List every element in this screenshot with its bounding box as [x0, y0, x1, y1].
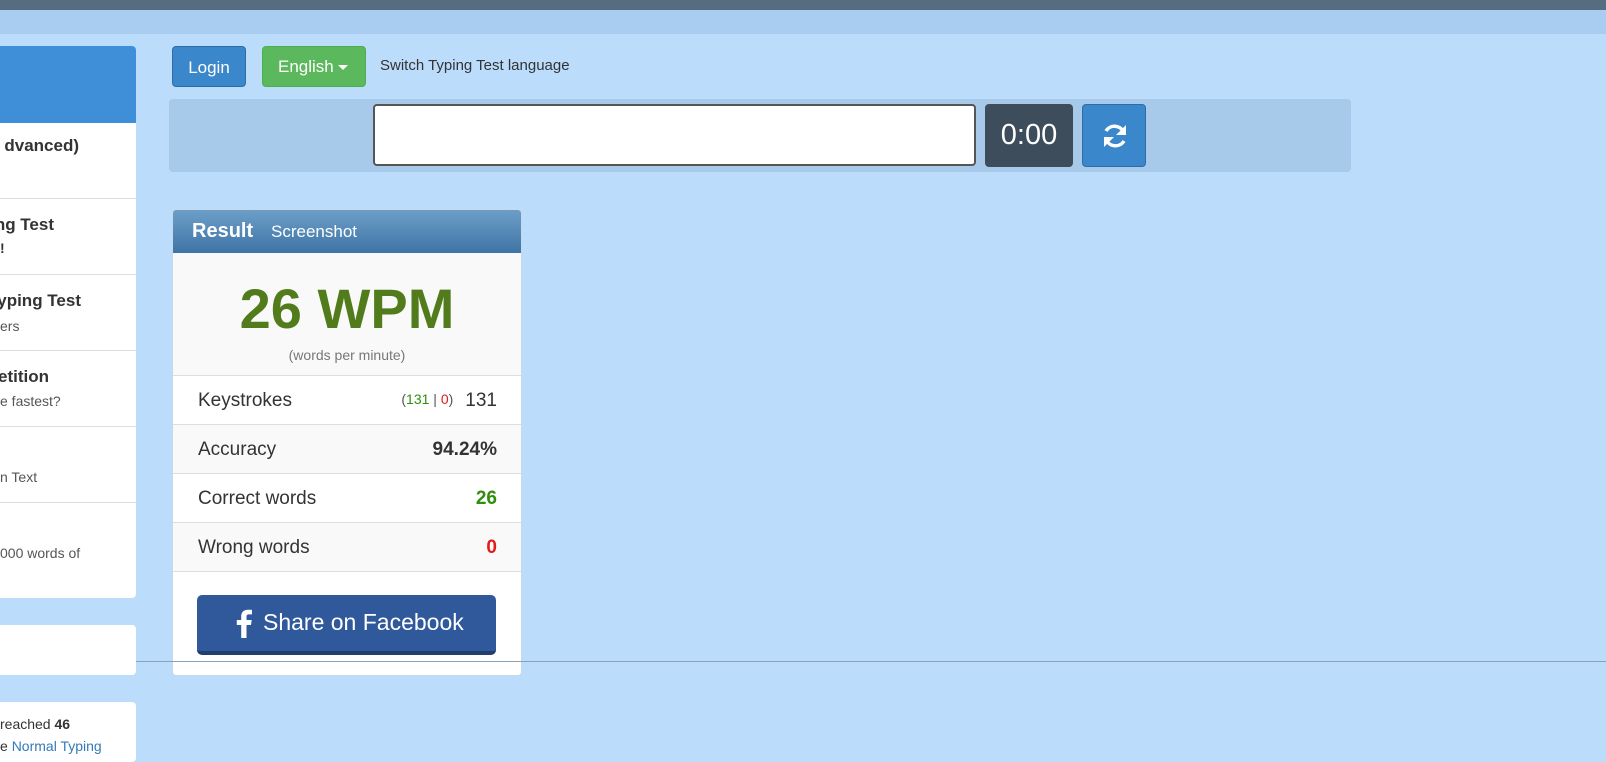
keystrokes-separator: | [429, 391, 441, 407]
keystrokes-row: Keystrokes (131 | 0) 131 [173, 376, 521, 425]
share-facebook-button[interactable]: Share on Facebook [197, 595, 496, 655]
wrong-words-value: 0 [486, 537, 497, 558]
sidebar-item-subtitle: n Text [0, 469, 38, 485]
record-link-prefix: e [0, 738, 12, 754]
sidebar-item[interactable]: n Text [0, 427, 136, 503]
result-header: Result Screenshot [173, 210, 521, 253]
language-dropdown-button[interactable]: English [262, 46, 366, 87]
wpm-caption: (words per minute) [288, 347, 406, 363]
sidebar-item[interactable]: ng Test ! [0, 199, 136, 275]
normal-typing-link[interactable]: Normal Typing [12, 738, 102, 754]
accuracy-label: Accuracy [198, 439, 277, 460]
sidebar-menu: dvanced) ng Test ! yping Test ers etitio… [0, 46, 136, 598]
sidebar-item-subtitle: 000 words of [0, 545, 81, 561]
sidebar-item-title: ng Test [0, 215, 54, 234]
keystrokes-label: Keystrokes [198, 390, 292, 411]
result-panel: Result Screenshot 26 WPM (words per minu… [172, 209, 522, 676]
correct-words-row: Correct words 26 [173, 474, 521, 523]
language-hint: Switch Typing Test language [380, 57, 570, 74]
sidebar-item[interactable]: yping Test ers [0, 275, 136, 351]
sidebar-item-subtitle: ers [0, 318, 20, 334]
sidebar-item-title: yping Test [0, 291, 81, 310]
wpm-value: 26 WPM [239, 277, 455, 340]
sidebar-record-card: reached 46 e Normal Typing [0, 702, 136, 762]
keystrokes-correct: 131 [406, 391, 430, 407]
reload-button[interactable] [1082, 104, 1146, 167]
timer-display: 0:00 [985, 104, 1073, 167]
facebook-icon [236, 609, 252, 638]
record-link-line: e Normal Typing [0, 738, 102, 754]
sidebar-item[interactable]: dvanced) [0, 123, 136, 199]
keystrokes-breakdown: (131 | 0) [401, 391, 453, 407]
sidebar-item-title: dvanced) [4, 136, 79, 155]
refresh-icon [1104, 124, 1126, 148]
accuracy-row: Accuracy 94.24% [173, 425, 521, 474]
paren-close: ) [448, 391, 454, 407]
sidebar-blank-card [0, 625, 136, 675]
sidebar-item-subtitle: e fastest? [0, 393, 61, 409]
sidebar-item-title: etition [0, 367, 49, 386]
horizontal-divider [136, 661, 1606, 662]
login-button[interactable]: Login [172, 46, 246, 87]
language-label: English [278, 57, 334, 76]
share-facebook-label: Share on Facebook [263, 609, 464, 635]
keystrokes-total: 131 [465, 390, 497, 411]
correct-words-label: Correct words [198, 488, 317, 509]
sidebar-item[interactable]: 000 words of [0, 503, 136, 578]
keystrokes-value: (131 | 0) 131 [401, 390, 497, 412]
wrong-words-row: Wrong words 0 [173, 523, 521, 572]
top-navbar [0, 0, 1606, 10]
caret-down-icon [337, 65, 348, 71]
record-prefix: reached [0, 716, 55, 732]
correct-words-value: 26 [475, 488, 497, 509]
top-navbar-strip [0, 10, 1606, 34]
record-text: reached 46 [0, 716, 70, 732]
accuracy-value: 94.24% [432, 439, 497, 460]
wpm-box: 26 WPM (words per minute) [173, 253, 521, 376]
sidebar-item-subtitle: ! [0, 240, 5, 256]
sidebar-item[interactable]: etition e fastest? [0, 351, 136, 427]
keystrokes-wrong: 0 [440, 391, 449, 407]
result-title: Result [192, 220, 254, 242]
sidebar-header [0, 46, 136, 123]
screenshot-tab[interactable]: Screenshot [271, 222, 357, 242]
record-value: 46 [54, 716, 71, 732]
wrong-words-label: Wrong words [198, 537, 310, 558]
typing-input[interactable] [373, 104, 976, 166]
